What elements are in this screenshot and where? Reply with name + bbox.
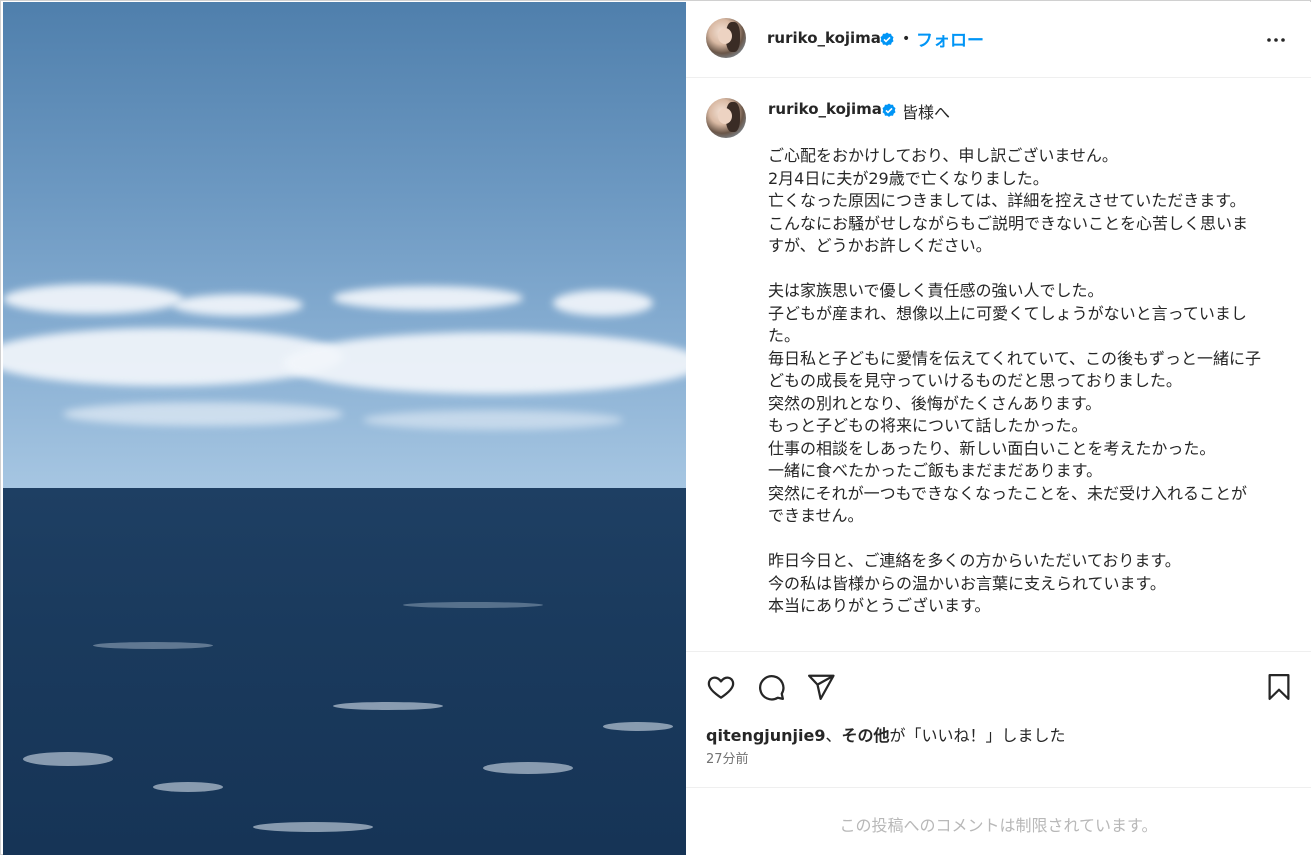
sea-glint [603,722,673,731]
likes-others-link[interactable]: その他 [842,726,890,745]
comments-restricted-notice: この投稿へのコメントは制限されています。 [686,787,1311,855]
avatar[interactable] [706,18,746,58]
heart-icon[interactable] [706,672,736,702]
caption-text: ご心配をおかけしており、申し訳ございません。 2月4日に夫が29歳で亡くなりまし… [768,146,1261,615]
bookmark-icon[interactable] [1264,672,1294,702]
post-image[interactable] [3,2,686,855]
likes-separator: 、 [825,726,842,745]
cloud [173,294,303,316]
comments-notice-text: この投稿へのコメントは制限されています。 [839,816,1158,835]
cloud [553,290,653,316]
caption-lead: 皆様へ [902,103,951,122]
sea-glint [153,782,223,792]
separator-dot: • [902,31,911,47]
caption-username[interactable]: ruriko_kojima [768,100,882,118]
action-bar: qitengjunjie9、その他が「いいね！」しました 27分前 [686,651,1311,787]
sea-glint [403,602,543,608]
likes-summary: qitengjunjie9、その他が「いいね！」しました [706,722,1066,746]
cloud [363,410,623,430]
sea-glint [23,752,113,766]
sea-glint [253,822,373,832]
follow-button[interactable]: フォロー [916,26,984,51]
cloud [333,286,523,310]
verified-badge-icon [880,32,894,46]
post-dialog: ruriko_kojima • フォロー ruriko_kojima 皆様へ ご… [0,0,1311,855]
post-sidebar: ruriko_kojima • フォロー ruriko_kojima 皆様へ ご… [686,2,1311,855]
sea-glint [93,642,213,649]
caption-section: ruriko_kojima 皆様へ ご心配をおかけしており、申し訳ございません。… [686,79,1311,651]
sea-glint [483,762,573,774]
sea-glint [333,702,443,710]
more-icon[interactable] [1264,28,1288,52]
post-header: ruriko_kojima • フォロー [686,2,1311,78]
sea-area [3,488,686,855]
cloud [283,332,686,394]
verified-badge-icon [882,103,896,117]
share-icon[interactable] [806,672,836,702]
caption-avatar[interactable] [706,98,746,138]
likes-suffix: が「いいね！」しました [889,726,1066,745]
comment-icon[interactable] [756,672,786,702]
header-username[interactable]: ruriko_kojima [767,29,881,47]
cloud [3,284,183,314]
liker-username[interactable]: qitengjunjie9 [706,726,826,745]
post-timestamp[interactable]: 27分前 [706,748,749,767]
cloud [63,402,343,426]
